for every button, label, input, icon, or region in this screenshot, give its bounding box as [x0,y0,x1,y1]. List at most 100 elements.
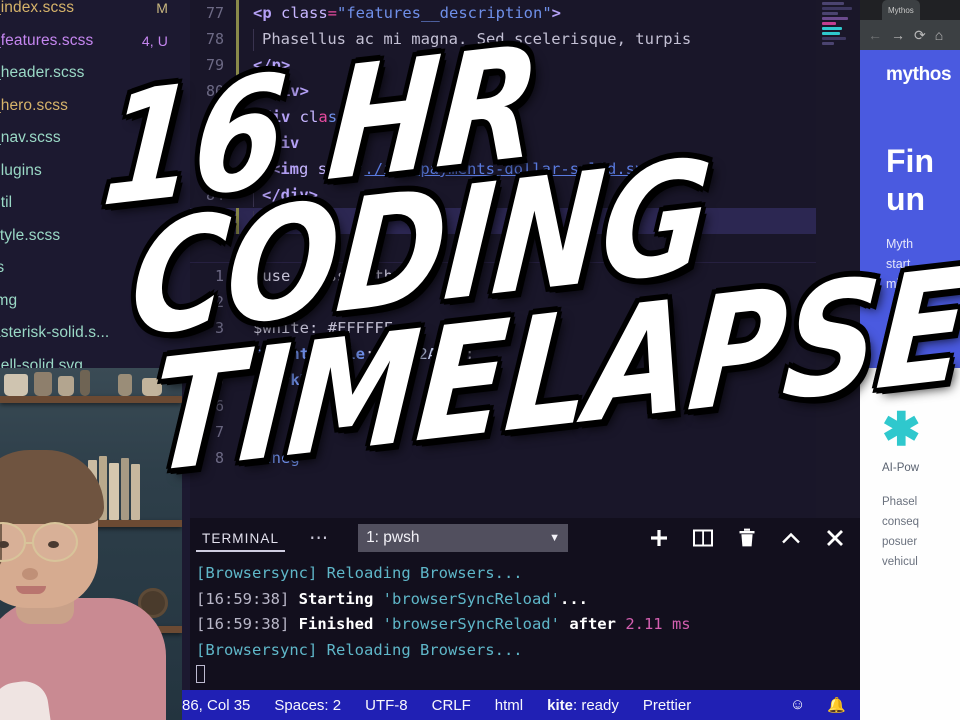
code-text-content: Phasellus ac mi magna. Sed scelerisque, … [262,30,692,48]
terminal-line-body: Reloading Browsers... [317,640,523,659]
explorer-file-row[interactable]: _features.scss 4, U [0,25,190,58]
explorer-file-row[interactable]: _nav.scss [0,122,190,155]
line-number: 80 [205,82,224,100]
code-line-text: < ss [239,208,337,234]
color-swatch-icon [383,348,397,361]
status-cursor-position[interactable]: 86, Col 35 [182,697,250,714]
status-kite[interactable]: kite: ready [547,697,619,714]
site-heading-line1: Fin [886,143,934,179]
decor-jar [34,372,52,396]
terminal-selector[interactable]: 1: pwsh ▼ [358,524,569,552]
code-line-text: Phasellus ac mi magna. Sed scelerisque, … [239,26,691,52]
site-paragraph-line: start [886,257,911,271]
status-formatter[interactable]: Prettier [643,697,691,714]
color-swatch-icon [253,400,266,413]
status-indentation[interactable]: Spaces: 2 [274,697,341,714]
decor-jar [142,378,162,396]
code-line: 6 # [190,393,860,419]
site-feature-body: Phasel conseq posuer vehicul [882,492,960,572]
code-line: 2 [190,289,860,315]
explorer-folder-row[interactable]: img [0,285,190,318]
browser-tab[interactable]: Mythos [882,0,920,20]
terminal-line-after: after [559,615,626,633]
ellipsis-icon[interactable]: ⋯ [309,529,330,548]
terminal-duration-unit: ms [662,615,691,633]
code-line-text: @use "sass:math"; [253,267,412,285]
scss-variable-name: $lightPurple [253,345,365,363]
editor-scss-pane[interactable]: 1 @use "sass:math"; 2 3 $white: #FFFFFF; [190,262,860,518]
decor-jar [80,370,90,396]
site-feature-body-line: vehicul [882,556,918,568]
editor-minimap[interactable] [816,0,860,518]
explorer-file-name: _nav.scss [0,129,61,147]
asterisk-icon: ✱ [882,403,921,455]
terminal-prompt-line [196,663,860,689]
browser-tab-bar: Mythos [860,0,960,20]
code-line: 83 <img src="./img/payments-dollar-solid… [190,156,860,182]
terminal-line-verb: Starting [298,589,374,608]
code-line: 3 $white: #FFFFFF; [190,315,860,341]
line-number: 7 [214,423,224,441]
eyeglasses-bridge [26,541,34,544]
browser-window[interactable]: Mythos ← → ⟳ ⌂ mythos Fin un Myth start … [860,0,960,720]
person-mouth [16,586,46,594]
explorer-folder-row[interactable]: ts [0,252,190,285]
scss-variable-name: $darkPurple [253,371,356,389]
plus-icon[interactable] [648,527,670,549]
terminal-line-suffix: ... [559,589,588,608]
terminal-actions [648,527,850,549]
trash-icon[interactable] [736,527,758,549]
person-nose [22,568,38,580]
terminal-cursor [196,665,205,683]
status-eol[interactable]: CRLF [432,697,471,714]
bell-icon[interactable]: 🔔 [827,696,846,714]
code-line-text: atneg [253,449,300,467]
home-icon[interactable]: ⌂ [935,28,943,42]
close-icon[interactable] [824,527,846,549]
explorer-file-row[interactable]: _index.scss M [0,0,190,25]
explorer-file-name: img [0,291,18,309]
site-features-section: ✱ AI-Pow Phasel conseq posuer vehicul [860,368,960,720]
status-language-mode[interactable]: html [495,697,523,714]
line-number: 84 [205,186,224,204]
color-swatch-icon [374,374,388,387]
explorer-file-name: util [0,194,13,212]
explorer-folder-row[interactable]: plugins [0,155,190,188]
explorer-file-name: asterisk-solid.s... [0,324,110,342]
explorer-file-row[interactable]: asterisk-solid.s... [0,317,190,350]
terminal-panel[interactable]: TERMINAL ⋯ 1: pwsh ▼ [Browsersync] Reloa… [190,518,860,690]
explorer-folder-row[interactable]: util [0,187,190,220]
back-icon[interactable]: ← [868,28,882,42]
split-icon[interactable] [692,527,714,549]
terminal-line: [Browsersync] Reloading Browsers... [196,561,860,587]
line-number: 1 [214,267,224,285]
terminal-line-prefix: [16:59:38] [196,589,290,608]
site-logo[interactable]: mythos [886,64,960,86]
line-number: 78 [205,30,224,48]
eyeglasses-lens [32,522,78,562]
scss-variable-value: #92A1FF [399,345,465,363]
modified-dot-icon [159,264,166,272]
code-line: 1 @use "sass:math"; [190,263,860,289]
line-number: 82 [205,134,224,152]
line-number: 81 [205,108,224,126]
status-kite-state: : ready [572,696,619,714]
reload-icon[interactable]: ⟳ [914,28,926,42]
terminal-task-name: 'browserSyncReload' [382,615,560,633]
explorer-file-row[interactable]: style.scss [0,220,190,253]
chevron-up-icon[interactable] [780,527,802,549]
site-paragraph-line: Myth [886,237,914,251]
terminal-line: [16:59:38] Finished 'browserSyncReload' … [196,612,860,638]
code-line: 81 <div class [190,104,860,130]
tab-terminal[interactable]: TERMINAL [196,518,286,558]
code-line: 82 <div [190,130,860,156]
explorer-file-row[interactable]: _hero.scss M [0,90,190,123]
forward-icon[interactable]: → [891,28,905,42]
explorer-file-row[interactable]: _header.scss [0,57,190,90]
smiley-icon[interactable]: ☺ [790,696,805,714]
terminal-output[interactable]: [Browsersync] Reloading Browsers... [16:… [190,558,860,690]
site-feature-title: AI-Pow [882,462,920,474]
status-encoding[interactable]: UTF-8 [365,697,408,714]
code-editor[interactable]: 77 <p class="features__description"> 78 … [190,0,860,518]
explorer-file-name: style.scss [0,226,61,244]
